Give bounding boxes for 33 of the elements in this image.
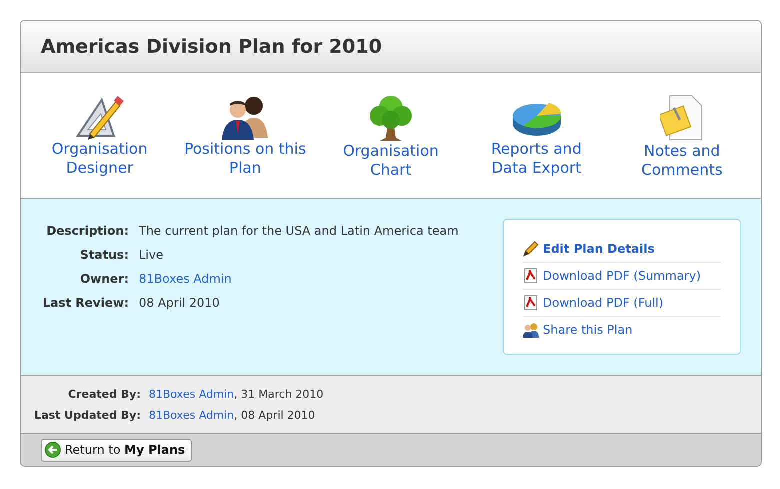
detail-label: Last Review: [42,296,129,310]
user-link[interactable]: 81Boxes Admin [149,408,234,422]
detail-value: Live [139,248,165,262]
detail-label: Status: [79,248,129,262]
action-link[interactable]: Download PDF (Summary) [523,263,721,290]
action-link[interactable]: Edit Plan Details [523,236,721,263]
pdf-icon [523,295,539,311]
pencil-icon [523,241,539,257]
audit-date: , 31 March 2010 [234,388,324,400]
action-link[interactable]: Share this Plan [523,317,721,343]
people-icon [523,322,539,338]
plan-title: Americas Division Plan for 2010 [41,36,382,58]
return-button[interactable]: Return to My Plans [41,438,192,462]
owner-link[interactable]: 81Boxes Admin [139,272,232,286]
tool-link[interactable]: Positions on this Plan [175,94,316,178]
tree-icon [368,94,414,142]
people-icon [220,94,270,140]
user-link[interactable]: 81Boxes Admin [149,388,234,400]
tool-link[interactable]: Organisation Designer [30,94,170,178]
note-page-icon [660,94,704,142]
pdf-icon [523,268,539,284]
action-link[interactable]: Download PDF (Full) [523,290,721,317]
audit-label: Last Updated By: [33,408,141,422]
detail-label: Description: [46,224,129,238]
audit-date: , 08 April 2010 [234,408,316,422]
ruler-pencil-icon [74,94,126,140]
detail-value: The current plan for the USA and Latin America team [139,224,459,238]
tool-link[interactable]: Organisation Chart [320,94,461,180]
detail-label: Owner: [79,272,129,286]
audit-label: Created By: [67,388,141,400]
tool-link[interactable]: Notes and Comments [612,94,752,180]
tool-link[interactable]: Reports and Data Export [466,94,607,178]
detail-value: 08 April 2010 [139,296,221,310]
